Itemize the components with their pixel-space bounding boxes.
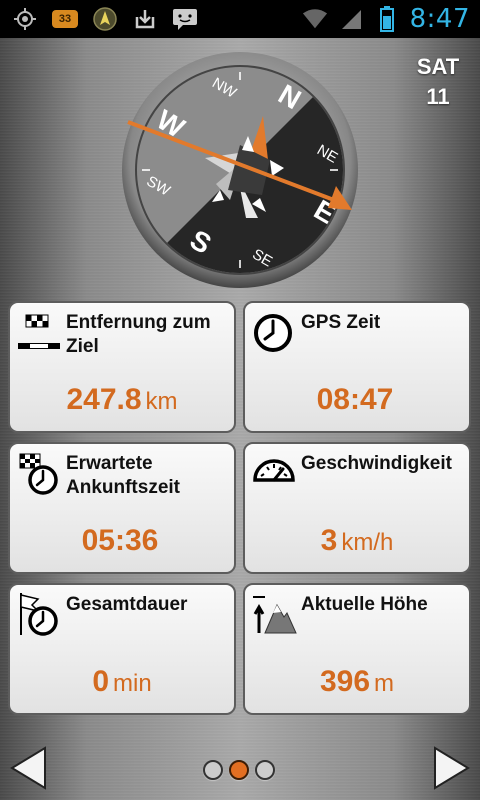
checkered-flag-distance-icon (18, 314, 60, 349)
tile-title: Gesamtdauer (66, 594, 188, 615)
page-dot-2-active[interactable] (229, 760, 249, 780)
checkered-flag-clock-icon (19, 453, 58, 495)
wifi-icon (302, 6, 328, 32)
compass-dial[interactable]: N NE E SE S SW W NW (120, 50, 360, 290)
flag-clock-icon (20, 593, 58, 636)
page-dot-3[interactable] (255, 760, 275, 780)
tile-value: 396 m (245, 665, 469, 699)
tile-value-unit: min (113, 670, 152, 697)
status-time: 8:47 (409, 4, 470, 34)
tile-duration[interactable]: Gesamtdauer 0 min (8, 583, 236, 715)
page-indicator (203, 760, 275, 780)
gps-target-icon (12, 6, 38, 32)
tile-value-number: 08:47 (316, 383, 394, 416)
notification-badge: 33 (52, 10, 78, 28)
date-display: SAT 11 (408, 54, 468, 114)
mountain-altitude-icon (253, 596, 297, 634)
battery-icon (374, 6, 400, 32)
tile-value-number: 3 (320, 524, 338, 557)
battery-app-badge-icon: 33 (52, 6, 78, 32)
navigation-icon (92, 6, 118, 32)
tile-title: Geschwindigkeit (301, 453, 452, 474)
speedometer-icon (253, 459, 295, 482)
tile-title: Aktuelle Höhe (301, 594, 428, 615)
messaging-icon (172, 6, 198, 32)
tile-distance[interactable]: Entfernung zum Ziel 247.8 km (8, 301, 236, 433)
tile-gps-time[interactable]: GPS Zeit 08:47 (243, 301, 471, 433)
clock-icon (254, 314, 292, 352)
previous-page-button[interactable] (8, 745, 48, 791)
tile-value-number: 247.8 (66, 383, 142, 416)
tile-value-number: 396 (319, 665, 371, 698)
tile-value-number: 05:36 (81, 524, 159, 557)
tile-value-unit: km (145, 388, 178, 415)
tile-value: 247.8 km (10, 383, 234, 417)
status-bar: 33 8:47 (0, 0, 480, 38)
tile-title: GPS Zeit (301, 312, 381, 333)
tile-title: Erwartete Ankunftszeit (66, 453, 180, 498)
tile-value-unit: m (374, 670, 395, 697)
tile-value: 08:47 (245, 383, 469, 417)
tile-value-unit: km/h (341, 529, 394, 556)
tile-title: Entfernung zum Ziel (66, 312, 211, 357)
date-day-number: 11 (426, 84, 450, 109)
tile-eta[interactable]: Erwartete Ankunftszeit 05:36 (8, 442, 236, 574)
tile-speed[interactable]: Geschwindigkeit 3 km/h (243, 442, 471, 574)
signal-icon (338, 6, 364, 32)
tile-value-number: 0 (92, 665, 109, 698)
next-page-button[interactable] (432, 745, 472, 791)
date-weekday: SAT (416, 54, 460, 79)
tile-altitude[interactable]: Aktuelle Höhe 396 m (243, 583, 471, 715)
tile-value: 05:36 (10, 524, 234, 558)
download-icon (132, 6, 158, 32)
tile-value: 3 km/h (245, 524, 469, 558)
page-dot-1[interactable] (203, 760, 223, 780)
tile-value: 0 min (10, 665, 234, 699)
